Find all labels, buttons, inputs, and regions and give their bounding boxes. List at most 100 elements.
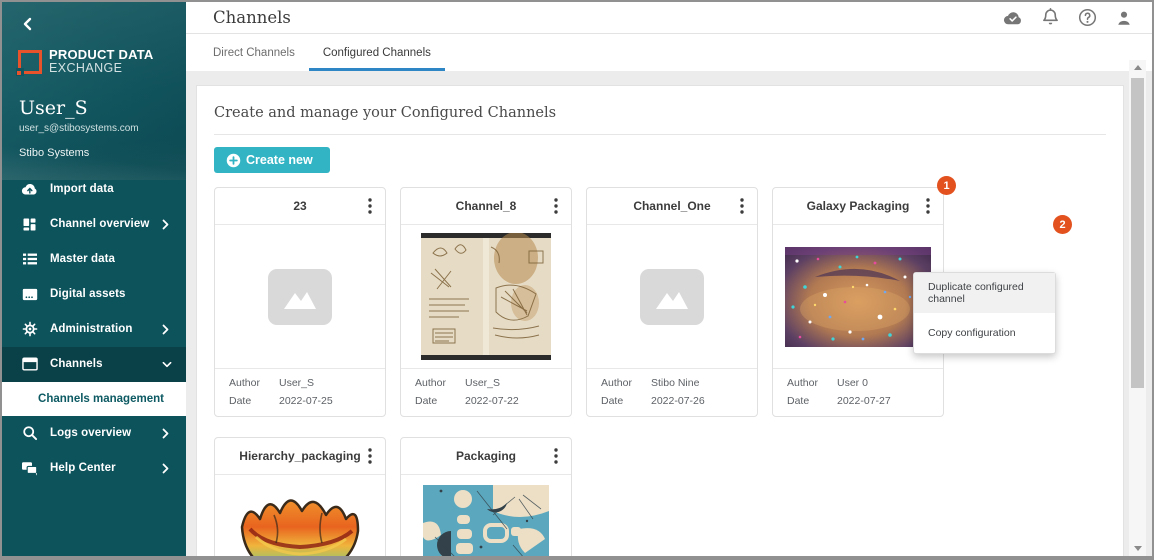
scrollbar-thumb[interactable]	[1131, 78, 1144, 388]
create-new-label: Create new	[246, 153, 313, 167]
chevron-right-icon	[162, 462, 172, 474]
kebab-menu-icon[interactable]	[545, 445, 567, 467]
sidebar-item-label: Help Center	[50, 462, 116, 475]
channel-card[interactable]: Packaging	[400, 437, 572, 556]
date-value: 2022-07-25	[279, 395, 333, 407]
logo-line1: PRODUCT DATA	[49, 47, 154, 62]
sidebar-item-help-center[interactable]: Help Center	[2, 451, 186, 486]
sidebar-item-label: Channels	[50, 358, 103, 371]
sidebar-item-master-data[interactable]: Master data	[2, 242, 186, 277]
user-name: User_S	[19, 96, 88, 119]
date-label: Date	[787, 395, 810, 407]
kebab-menu-icon[interactable]	[731, 195, 753, 217]
chevron-right-icon	[162, 323, 172, 335]
sidebar-subitem-channels-management[interactable]: Channels management	[2, 381, 186, 416]
channel-thumbnail-placeholder	[215, 225, 385, 369]
channel-thumbnail	[401, 475, 571, 556]
sidebar-item-channels[interactable]: Channels	[2, 346, 186, 382]
channel-thumbnail	[215, 475, 385, 556]
kebab-menu-icon[interactable]	[917, 195, 939, 217]
kebab-menu-icon[interactable]	[359, 195, 381, 217]
date-label: Date	[229, 395, 252, 407]
logo-line2: EXCHANGE	[49, 60, 123, 75]
author-label: Author	[787, 377, 818, 389]
scrollbar-up-arrow[interactable]	[1129, 60, 1146, 75]
date-value: 2022-07-27	[837, 395, 891, 407]
date-value: 2022-07-22	[465, 395, 519, 407]
menu-item-copy-configuration[interactable]: Copy configuration	[914, 313, 1055, 353]
user-email: user_s@stibosystems.com	[19, 122, 139, 134]
chat-icon	[21, 460, 38, 477]
main-area: Channels Direct Channels Configured Chan…	[186, 2, 1152, 556]
card-context-menu: Duplicate configured channel Copy config…	[913, 272, 1056, 354]
annotation-badge-2: 2	[1053, 215, 1072, 234]
account-icon[interactable]	[1114, 8, 1134, 28]
list-icon	[21, 251, 38, 268]
author-label: Author	[601, 377, 632, 389]
gear-icon	[21, 321, 38, 338]
search-icon	[21, 425, 38, 442]
sidebar-item-label: Logs overview	[50, 427, 132, 440]
date-label: Date	[601, 395, 624, 407]
author-label: Author	[229, 377, 260, 389]
sidebar-item-administration[interactable]: Administration	[2, 312, 186, 347]
pdx-logo-icon	[16, 50, 42, 76]
menu-item-duplicate-configured-channel[interactable]: Duplicate configured channel	[914, 273, 1055, 313]
cloud-done-icon[interactable]	[1003, 8, 1023, 28]
sidebar-item-label: Master data	[50, 253, 116, 266]
sidebar-item-label: Import data	[50, 183, 114, 196]
sidebar-item-digital-assets[interactable]: Digital assets	[2, 277, 186, 312]
date-label: Date	[415, 395, 438, 407]
channel-card[interactable]: Hierarchy_packaging	[214, 437, 386, 556]
channel-card[interactable]: Channel_8 Author User_S Date 2022-07-22	[400, 187, 572, 417]
sidebar-item-label: Channel overview	[50, 218, 150, 231]
user-info: User_S user_s@stibosystems.com Stibo Sys…	[2, 75, 186, 159]
tab-configured-channels[interactable]: Configured Channels	[308, 37, 445, 71]
window-icon	[21, 356, 38, 373]
image-placeholder-icon	[640, 268, 704, 325]
image-placeholder-icon	[268, 268, 332, 325]
sidebar-item-label: Administration	[50, 323, 133, 336]
help-icon[interactable]	[1077, 8, 1097, 28]
sidebar-item-logs-overview[interactable]: Logs overview	[2, 416, 186, 451]
author-value: User_S	[279, 377, 315, 389]
kebab-menu-icon[interactable]	[545, 195, 567, 217]
channel-thumbnail	[401, 225, 571, 369]
cloud-upload-icon	[21, 181, 38, 198]
sidebar-item-label: Digital assets	[50, 288, 126, 301]
content-area: Create and manage your Configured Channe…	[186, 71, 1152, 556]
author-value: User_S	[465, 377, 501, 389]
date-value: 2022-07-26	[651, 395, 705, 407]
tab-bar: Direct Channels Configured Channels	[186, 33, 1152, 71]
panel-heading: Create and manage your Configured Channe…	[214, 98, 1106, 135]
vertical-scrollbar[interactable]	[1129, 60, 1146, 556]
channel-card-grid: 23 Author User_S Date 2022-07-25 Channel…	[214, 187, 972, 556]
chevron-right-icon	[162, 427, 172, 439]
user-company: Stibo Systems	[19, 146, 90, 159]
topbar: Channels	[186, 2, 1152, 33]
plus-circle-icon	[226, 153, 241, 168]
page-title: Channels	[213, 8, 291, 27]
image-icon	[21, 286, 38, 303]
channel-card[interactable]: Channel_One Author Stibo Nine Date 2022-…	[586, 187, 758, 417]
scrollbar-down-arrow[interactable]	[1129, 541, 1146, 556]
notifications-bell-icon[interactable]	[1040, 8, 1060, 28]
sidebar-item-channel-overview[interactable]: Channel overview	[2, 207, 186, 242]
author-value: Stibo Nine	[651, 377, 700, 389]
channel-card[interactable]: 23 Author User_S Date 2022-07-25	[214, 187, 386, 417]
sidebar: PRODUCT DATA EXCHANGE User_S user_s@stib…	[2, 2, 186, 556]
author-label: Author	[415, 377, 446, 389]
tab-direct-channels[interactable]: Direct Channels	[199, 37, 309, 71]
sidebar-collapse-icon[interactable]	[20, 16, 38, 34]
create-new-button[interactable]: Create new	[214, 147, 330, 173]
author-value: User 0	[837, 377, 868, 389]
app-window: PRODUCT DATA EXCHANGE User_S user_s@stib…	[2, 2, 1152, 556]
sidebar-item-import-data[interactable]: Import data	[2, 172, 186, 207]
kebab-menu-icon[interactable]	[359, 445, 381, 467]
channel-thumbnail-placeholder	[587, 225, 757, 369]
brand-logo: PRODUCT DATA EXCHANGE	[2, 2, 186, 76]
chevron-down-icon	[162, 358, 172, 370]
sidebar-nav: Import data Channel overview Master data…	[2, 172, 186, 486]
annotation-badge-1: 1	[937, 176, 956, 195]
grid-icon	[21, 216, 38, 233]
